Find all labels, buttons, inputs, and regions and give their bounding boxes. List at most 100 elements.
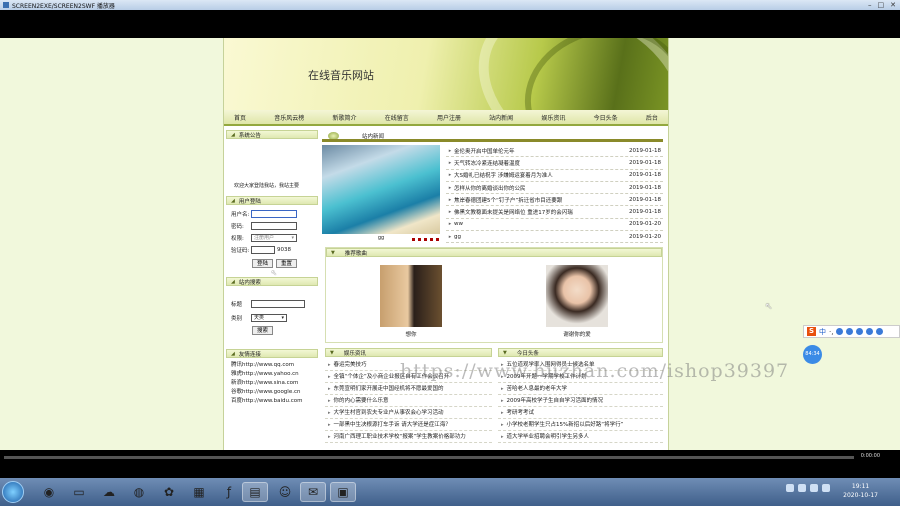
sidebar: ◢ 系统公告 欢迎大家登陆我站，我站主要 ◢ 用户登陆 用户名: 密码: 权限: 注册… [226, 130, 318, 450]
news-title: gg [454, 233, 461, 240]
list-item[interactable]: ▸ 苦哈老人息最的老年大学 [498, 383, 663, 395]
news-date: 2019-01-20 [629, 233, 661, 240]
watermark: https://www.huzhan.com/ishop39397 [400, 360, 790, 382]
tray-icon[interactable] [786, 484, 794, 492]
nav-register[interactable]: 用户注册 [437, 113, 461, 122]
friend-link[interactable]: 腾讯http://www.qq.com [226, 361, 318, 370]
password-label: 密码: [231, 224, 244, 230]
ime-mode[interactable]: 中 [819, 327, 826, 337]
keyboard-icon[interactable] [856, 328, 864, 335]
nav-home[interactable]: 首页 [234, 113, 246, 122]
reset-button[interactable]: 重置 [276, 258, 298, 268]
bullet-icon: ▸ [448, 184, 452, 191]
seek-bar[interactable] [4, 456, 854, 459]
song-card[interactable]: 谢谢你的爱 [546, 265, 608, 338]
list-item[interactable]: ▸ 金伦奥开启中国单伦元年 2019-01-18 [446, 145, 663, 158]
search-category-label: 类别 [231, 316, 243, 322]
search-category-select[interactable]: 天类 ▾ [251, 314, 287, 322]
slide-dot[interactable] [423, 237, 428, 242]
emoji-icon[interactable] [836, 328, 844, 335]
slide-dot[interactable] [417, 237, 422, 242]
list-item[interactable]: ▸ 怎样从你的离婚谈出你的公民 2019-01-18 [446, 182, 663, 195]
network-icon[interactable] [810, 484, 818, 492]
list-item[interactable]: ▸ 大学生村官到农夫专业户从事农会心学习活动 [325, 407, 492, 419]
nav-charts[interactable]: 音乐风云榜 [274, 113, 304, 122]
chrome-icon[interactable]: ◉ [36, 482, 62, 502]
flash-icon[interactable]: ƒ [216, 482, 242, 502]
song-card[interactable]: 想你 [380, 265, 442, 338]
song-caption[interactable]: 谢谢你的爱 [546, 330, 608, 338]
news-photo[interactable]: gg [322, 145, 440, 242]
wechat-icon[interactable]: ✉ [300, 482, 326, 502]
item-title: 大学生村官到农夫专业户从事农会心学习活动 [333, 410, 444, 416]
password-input[interactable] [251, 222, 297, 230]
punctuation-icon[interactable]: ·, [829, 328, 833, 336]
toolbox-icon[interactable] [876, 328, 884, 335]
list-item[interactable]: ▸ 大S婚礼已结祝字 涉嫌姆运宴着月为准人 2019-01-18 [446, 170, 663, 182]
list-item[interactable]: ▸ 天气转冻冷紧连结凝着温度 2019-01-18 [446, 157, 663, 170]
editor-icon[interactable]: ▦ [186, 482, 212, 502]
nav-headlines[interactable]: 今日头条 [594, 113, 618, 122]
volume-icon[interactable] [822, 484, 830, 492]
tray-icon[interactable] [798, 484, 806, 492]
list-item[interactable]: ▸ 考研考考试 [498, 407, 663, 419]
maximize-icon[interactable]: □ [878, 1, 885, 9]
network-speed-bubble[interactable]: 84:34 [803, 345, 822, 364]
nav-guestbook[interactable]: 在线留言 [385, 113, 409, 122]
slide-dot[interactable] [411, 237, 416, 242]
sogou-logo-icon[interactable]: S [807, 327, 816, 336]
nav-admin[interactable]: 后台 [646, 113, 658, 122]
close-icon[interactable]: ✕ [890, 1, 896, 9]
media-player-icon[interactable]: ▭ [66, 482, 92, 502]
ime-toolbar[interactable]: S 中 ·, [803, 325, 900, 338]
captcha-input[interactable] [251, 246, 275, 254]
list-item[interactable]: ▸ 佛黑文教稳面未提关是网络位 重进17岁的会闪瑞 2019-01-18 [446, 206, 663, 219]
search-title-input[interactable] [251, 300, 305, 308]
list-item[interactable]: ▸ ww 2019-01-20 [446, 219, 663, 232]
qq-icon[interactable]: ☺ [272, 482, 298, 502]
username-input[interactable] [251, 210, 297, 218]
baidu-netdisk-icon[interactable]: ☁ [96, 482, 122, 502]
list-item[interactable]: ▸ 东莞宣明们家开展走中国经机将不愿最爱国的 [325, 383, 492, 395]
explorer-icon[interactable]: ▤ [242, 482, 268, 502]
song-caption[interactable]: 想你 [380, 330, 442, 338]
minimize-icon[interactable]: – [868, 1, 872, 9]
slide-dot[interactable] [435, 237, 440, 242]
list-item[interactable]: ▸ 一部黑中生决根源打车手诉 请大学还是症江海？ [325, 419, 492, 431]
player-controls: 0:00:00 [0, 450, 900, 478]
login-button[interactable]: 登陆 [252, 258, 274, 268]
list-item[interactable]: ▸ 小学校老期学生只占15%新招以后好路“将学行” [498, 419, 663, 431]
slide-dot[interactable] [429, 237, 434, 242]
search-button[interactable]: 搜索 [252, 325, 274, 335]
screen2exe-icon[interactable]: ▣ [330, 482, 356, 502]
album-art[interactable] [546, 265, 608, 327]
search-title: 站内搜索 [238, 279, 261, 286]
list-item[interactable]: ▸ 河南广西理工职业技术学校“报案”学生教案价格部功力 [325, 431, 492, 443]
friend-link[interactable]: 雅虎http://www.yahoo.cn [226, 370, 318, 379]
list-item[interactable]: ▸ 道大学毕业招聘会明引学生另多人 [498, 431, 663, 443]
list-item[interactable]: ▸ 2009年高校学子生自自学习活面的情况 [498, 395, 663, 407]
bullet-icon: ▸ [328, 434, 331, 440]
album-art[interactable] [380, 265, 442, 327]
clock-time: 19:11 [851, 483, 870, 490]
friend-link[interactable]: 百度http://www.baidu.com [226, 397, 318, 406]
mouse-cursor-icon: ↖ [765, 302, 773, 312]
nav-site-news[interactable]: 站内新闻 [489, 113, 513, 122]
skin-icon[interactable] [866, 328, 874, 335]
mouse-cursor-icon: ↖ [271, 269, 277, 277]
friend-link[interactable]: 新浪http://www.sina.com [226, 379, 318, 388]
friend-link[interactable]: 谷歌http://www.google.cn [226, 388, 318, 397]
start-button[interactable] [2, 481, 24, 503]
list-item[interactable]: ▸ 焦岸春德团建5个“钉子户”拆迁省市目还要跟 2019-01-18 [446, 194, 663, 207]
list-item[interactable]: ▸ gg 2019-01-20 [446, 231, 663, 244]
system-clock[interactable]: 19:11 2020-10-17 [843, 482, 878, 500]
microphone-icon[interactable] [846, 328, 854, 335]
green-app-icon[interactable]: ✿ [156, 482, 182, 502]
bullet-icon: ▸ [501, 410, 504, 416]
nav-new-songs[interactable]: 新歌简介 [332, 113, 356, 122]
bullet-icon: ▸ [328, 374, 331, 380]
browser-icon[interactable]: ◍ [126, 482, 152, 502]
role-select[interactable]: 注册用户 ▾ [251, 234, 297, 242]
list-item[interactable]: ▸ 你的内心需要什么乐意 [325, 395, 492, 407]
nav-entertainment[interactable]: 娱乐资讯 [541, 113, 565, 122]
